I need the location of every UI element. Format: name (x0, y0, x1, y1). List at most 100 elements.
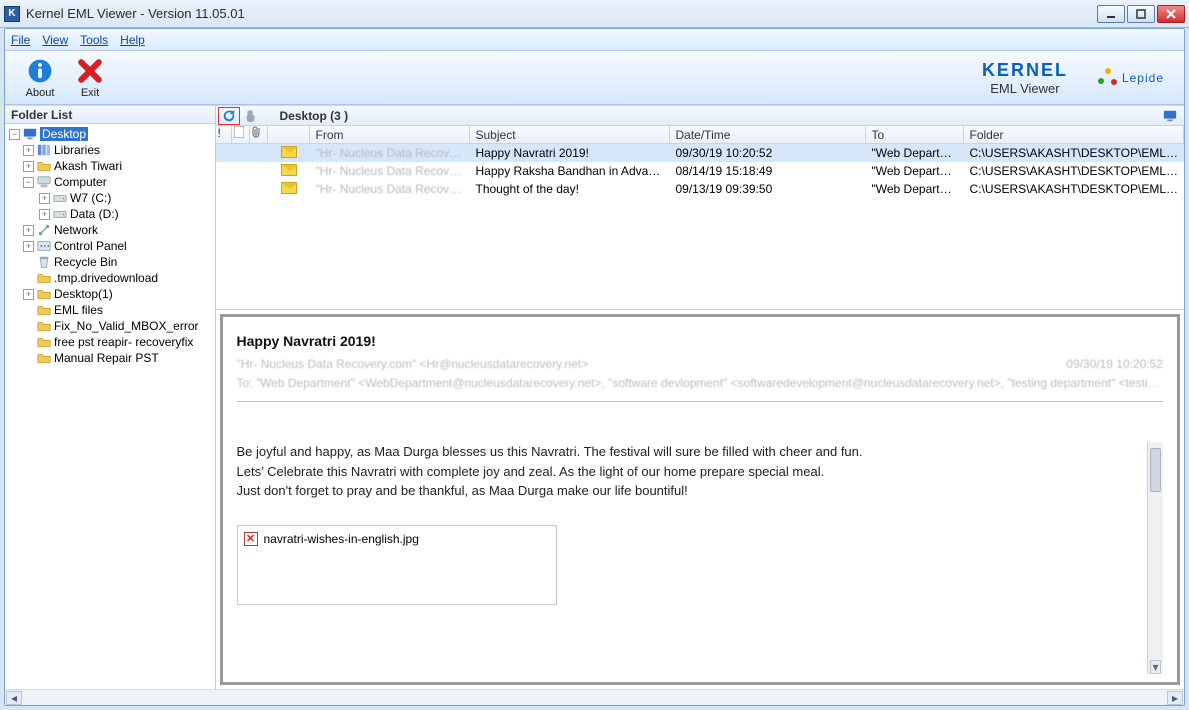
folder-icon (37, 351, 51, 365)
info-icon (26, 57, 54, 85)
scrollbar-thumb[interactable] (1150, 448, 1161, 492)
computer-icon (37, 175, 51, 189)
monitor-icon[interactable] (1162, 109, 1178, 123)
maximize-button[interactable] (1127, 5, 1155, 23)
monitor-icon (23, 127, 37, 141)
exit-label: Exit (81, 87, 99, 99)
exit-button[interactable]: Exit (65, 57, 115, 99)
brand-kernel: KERNEL EML Viewer (982, 60, 1068, 96)
menu-tools[interactable]: Tools (80, 33, 108, 47)
collapse-icon[interactable]: − (23, 177, 34, 188)
tree-akash[interactable]: + Akash Tiwari (23, 158, 213, 174)
col-from[interactable]: From (310, 126, 470, 143)
refresh-button[interactable] (218, 107, 240, 125)
about-label: About (26, 87, 55, 99)
hand-icon (244, 109, 258, 123)
preview-body[interactable]: Be joyful and happy, as Maa Durga blesse… (237, 442, 1164, 674)
grid-header[interactable]: ! From Subject Date/Time To Folder (216, 126, 1185, 144)
grid-row[interactable]: "Hr- Nucleus Data Recover… Happy Raksha … (216, 162, 1185, 180)
message-grid: ! From Subject Date/Time To Folder "Hr- … (216, 126, 1185, 310)
stop-button[interactable] (240, 107, 262, 125)
grid-row[interactable]: "Hr- Nucleus Data Recover… Thought of th… (216, 180, 1185, 198)
tree-computer[interactable]: − Computer (23, 174, 213, 190)
about-button[interactable]: About (15, 57, 65, 99)
col-folder[interactable]: Folder (964, 126, 1185, 143)
folder-icon (37, 303, 51, 317)
tree-label: Libraries (54, 143, 100, 157)
grid-body: "Hr- Nucleus Data Recover… Happy Navratr… (216, 144, 1185, 309)
tree-freepst[interactable]: free pst reapir- recoveryfix (23, 334, 213, 350)
cell-folder: C:\USERS\AKASHT\DESKTOP\EML… (964, 181, 1185, 197)
envelope-icon (281, 146, 297, 158)
tree-label: Computer (54, 175, 107, 189)
control-panel-icon (37, 239, 51, 253)
tree-desktop[interactable]: − Desktop (9, 126, 213, 142)
expand-icon[interactable]: + (23, 161, 34, 172)
preview-scrollbar[interactable]: ▾ (1147, 442, 1163, 674)
tree-datad[interactable]: + Data (D:) (39, 206, 213, 222)
lepide-dots-icon (1098, 68, 1118, 88)
scroll-down-icon[interactable]: ▾ (1150, 660, 1161, 674)
envelope-icon (281, 182, 297, 194)
expand-icon[interactable]: + (23, 241, 34, 252)
grid-row[interactable]: "Hr- Nucleus Data Recover… Happy Navratr… (216, 144, 1185, 162)
brand-lepide: Lepide (1098, 68, 1164, 88)
menubar: File View Tools Help (5, 29, 1184, 51)
window-controls (1097, 5, 1185, 23)
horizontal-scrollbar[interactable]: ◂ ▸ (5, 689, 1184, 705)
current-folder-label: Desktop (3 ) (280, 109, 349, 123)
col-attachment[interactable] (232, 126, 250, 143)
tree-label: Control Panel (54, 239, 127, 253)
refresh-icon (222, 109, 236, 123)
tree-label: Desktop(1) (54, 287, 113, 301)
menu-help[interactable]: Help (120, 33, 145, 47)
titlebar: K Kernel EML Viewer - Version 11.05.01 (0, 0, 1189, 28)
menu-view[interactable]: View (42, 33, 68, 47)
message-preview: Happy Navratri 2019! "Hr- Nucleus Data R… (220, 314, 1181, 685)
folder-tree[interactable]: − Desktop + Libraries + Akash Tiwari − C… (5, 124, 215, 689)
tree-manualpst[interactable]: Manual Repair PST (23, 350, 213, 366)
minimize-button[interactable] (1097, 5, 1125, 23)
cell-to: "Web Departmen… (866, 145, 964, 161)
expand-icon[interactable]: + (39, 209, 50, 220)
cell-datetime: 09/13/19 09:39:50 (670, 181, 866, 197)
tree-fixmbox[interactable]: Fix_No_Valid_MBOX_error (23, 318, 213, 334)
expand-icon[interactable]: + (23, 145, 34, 156)
folder-icon (37, 335, 51, 349)
preview-time: 09/30/19 10:20:52 (1066, 355, 1163, 374)
tree-libraries[interactable]: + Libraries (23, 142, 213, 158)
tree-label: Data (D:) (70, 207, 119, 221)
col-datetime[interactable]: Date/Time (670, 126, 866, 143)
brand-kernel-top: KERNEL (982, 60, 1068, 81)
tree-emlfiles[interactable]: EML files (23, 302, 213, 318)
tree-cpanel[interactable]: + Control Panel (23, 238, 213, 254)
cell-datetime: 09/30/19 10:20:52 (670, 145, 866, 161)
tree-tmpdl[interactable]: .tmp.drivedownload (23, 270, 213, 286)
tree-w7[interactable]: + W7 (C:) (39, 190, 213, 206)
menu-file[interactable]: File (11, 33, 30, 47)
col-to[interactable]: To (866, 126, 964, 143)
main-area: Folder List − Desktop + Libraries + Akas… (5, 105, 1184, 689)
folder-icon (37, 271, 51, 285)
folder-icon (37, 319, 51, 333)
collapse-icon[interactable]: − (9, 129, 20, 140)
col-envelope[interactable] (268, 126, 310, 143)
col-importance[interactable]: ! (216, 126, 232, 143)
tree-desktop1[interactable]: + Desktop(1) (23, 286, 213, 302)
paperclip-icon (252, 126, 262, 138)
attachment-box[interactable]: ✕ navratri-wishes-in-english.jpg (237, 525, 557, 605)
tree-recycle[interactable]: Recycle Bin (23, 254, 213, 270)
expand-icon[interactable]: + (23, 225, 34, 236)
cell-subject: Thought of the day! (470, 181, 670, 197)
col-clip[interactable] (250, 126, 268, 143)
scroll-left-icon[interactable]: ◂ (6, 691, 22, 705)
preview-subject: Happy Navratri 2019! (237, 333, 1164, 349)
tree-network[interactable]: + Network (23, 222, 213, 238)
expand-icon[interactable]: + (23, 289, 34, 300)
tree-label: Akash Tiwari (54, 159, 122, 173)
expand-icon[interactable]: + (39, 193, 50, 204)
close-button[interactable] (1157, 5, 1185, 23)
preview-from: "Hr- Nucleus Data Recovery.com" <Hr@nucl… (237, 355, 589, 374)
scroll-right-icon[interactable]: ▸ (1167, 691, 1183, 705)
col-subject[interactable]: Subject (470, 126, 670, 143)
